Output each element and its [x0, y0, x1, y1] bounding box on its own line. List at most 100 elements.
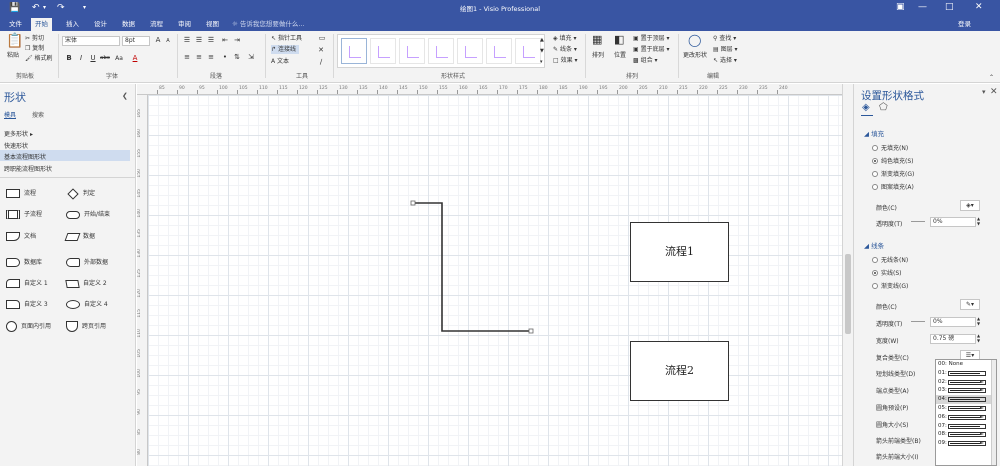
spinner-icon[interactable]: ▲ ▼: [977, 333, 980, 343]
process-shape-1[interactable]: 流程1: [630, 222, 729, 282]
gallery-more-icon[interactable]: ▾: [540, 58, 543, 67]
paragraph-dialog-icon[interactable]: ⇲: [246, 53, 256, 62]
change-case-button[interactable]: Aa: [112, 54, 126, 63]
close-icon[interactable]: ✕: [990, 87, 998, 97]
arrow-type-option[interactable]: 05:: [936, 404, 996, 413]
fill-option-gradient[interactable]: 渐变填充(G): [872, 169, 914, 178]
align-top-icon[interactable]: ☰: [182, 36, 192, 45]
shape-style-swatch[interactable]: [428, 38, 454, 64]
select-button[interactable]: ↖ 选择 ▾: [713, 56, 737, 65]
shape-custom-4[interactable]: 自定义 4: [66, 298, 108, 312]
font-color-icon[interactable]: A: [130, 54, 140, 63]
line-option-none[interactable]: 无线条(N): [872, 255, 908, 264]
drawing-canvas[interactable]: 流程1 流程2: [148, 95, 842, 466]
collapse-ribbon-icon[interactable]: ⌃: [989, 73, 994, 82]
arrow-type-option[interactable]: 08:: [936, 430, 996, 439]
collapse-panel-icon[interactable]: ❮: [122, 92, 128, 100]
tab-view[interactable]: 视图: [202, 18, 223, 31]
shape-subprocess[interactable]: 子流程: [6, 208, 42, 222]
align-left-icon[interactable]: ≡: [182, 53, 192, 62]
tab-search[interactable]: 搜索: [32, 110, 44, 119]
close-icon[interactable]: ✕: [316, 46, 326, 55]
ribbon-display-options-icon[interactable]: ▣: [896, 1, 905, 14]
tab-process[interactable]: 流程: [146, 18, 167, 31]
rectangle-icon[interactable]: ▭: [315, 34, 329, 43]
arrow-type-option[interactable]: 00: None: [936, 360, 996, 369]
connector-line[interactable]: [413, 202, 531, 332]
scrollbar-thumb[interactable]: [845, 254, 851, 334]
width-input[interactable]: 0.75 磅: [930, 334, 976, 344]
stencil-cross-functional[interactable]: 跨职能流程图形状: [4, 164, 52, 173]
text-direction-icon[interactable]: ⇅: [232, 53, 242, 62]
shape-custom-1[interactable]: 自定义 1: [6, 277, 48, 291]
shape-custom-3[interactable]: 自定义 3: [6, 298, 48, 312]
effects-button[interactable]: □ 效果 ▾: [553, 56, 578, 65]
bring-front-button[interactable]: ▣ 置于顶层 ▾: [633, 34, 670, 43]
format-painter-button[interactable]: 🖌 格式刷: [25, 54, 53, 63]
gallery-scroll-down-icon[interactable]: ▼: [540, 47, 544, 56]
increase-indent-icon[interactable]: ⇥: [232, 36, 242, 45]
line-tool-icon[interactable]: ∕: [316, 58, 326, 67]
line-transparency-input[interactable]: 0%: [930, 317, 976, 327]
line-button[interactable]: ✎ 线条 ▾: [553, 45, 577, 54]
more-shapes-link[interactable]: 更多形状 ▸: [4, 129, 33, 138]
shape-external-data[interactable]: 外部数据: [66, 256, 108, 270]
connector-end-handle[interactable]: [528, 328, 534, 334]
arrange-icon[interactable]: ▦: [592, 34, 602, 46]
decrease-indent-icon[interactable]: ⇤: [220, 36, 230, 45]
grow-font-icon[interactable]: A: [153, 36, 163, 45]
line-section-header[interactable]: ◢ 线条: [864, 240, 884, 250]
shrink-font-icon[interactable]: A: [163, 37, 173, 46]
text-tool-button[interactable]: A 文本: [271, 57, 289, 66]
arrow-type-option[interactable]: 09:: [936, 439, 996, 448]
arrange-button[interactable]: 排列: [592, 51, 604, 60]
tab-insert[interactable]: 插入: [62, 18, 83, 31]
shape-document[interactable]: 文档: [6, 230, 36, 244]
line-option-gradient[interactable]: 渐变线(G): [872, 281, 908, 290]
shape-style-swatch[interactable]: [370, 38, 396, 64]
minimize-icon[interactable]: —: [918, 1, 927, 14]
connector-begin-handle[interactable]: [410, 200, 416, 206]
bullets-icon[interactable]: •: [220, 53, 230, 62]
paste-icon[interactable]: 📋: [6, 33, 23, 49]
group-button[interactable]: ▩ 组合 ▾: [633, 56, 658, 65]
process-shape-2[interactable]: 流程2: [630, 341, 729, 401]
underline-button[interactable]: U: [88, 54, 98, 63]
cut-button[interactable]: ✂ 剪切: [25, 34, 44, 43]
shape-style-swatch[interactable]: [515, 38, 541, 64]
tab-data[interactable]: 数据: [118, 18, 139, 31]
change-shape-icon[interactable]: ◯: [688, 34, 701, 47]
arrow-type-option[interactable]: 01:: [936, 369, 996, 378]
transparency-slider[interactable]: [911, 321, 925, 322]
arrow-type-option[interactable]: 02:: [936, 378, 996, 387]
dropdown-scrollbar[interactable]: [991, 360, 996, 465]
line-option-solid[interactable]: 实线(S): [872, 268, 902, 277]
paste-button[interactable]: 粘贴: [7, 51, 19, 60]
shape-style-swatch[interactable]: [457, 38, 483, 64]
arrow-type-dropdown[interactable]: 00: None 01: 02: 03: 04: 05: 06: 07: 08: 09:: [935, 359, 997, 466]
shape-decision[interactable]: 判定: [66, 187, 95, 201]
change-shape-button[interactable]: 更改形状: [683, 51, 707, 60]
vertical-scrollbar[interactable]: [842, 84, 853, 466]
fill-option-solid[interactable]: 纯色填充(S): [872, 156, 914, 165]
bold-button[interactable]: B: [64, 54, 74, 63]
effects-pentagon-icon[interactable]: ⬠: [879, 102, 888, 113]
transparency-slider[interactable]: [911, 221, 925, 222]
fill-button[interactable]: ◈ 填充 ▾: [553, 34, 576, 43]
spinner-icon[interactable]: ▲ ▼: [977, 316, 980, 326]
layers-button[interactable]: ▤ 图层 ▾: [713, 45, 738, 54]
panel-options-icon[interactable]: ▾: [982, 88, 986, 96]
fill-line-icon[interactable]: ◈: [862, 102, 870, 113]
arrow-type-option[interactable]: 04:: [936, 395, 996, 404]
send-back-button[interactable]: ▣ 置于底层 ▾: [633, 45, 670, 54]
shape-style-swatch[interactable]: [341, 38, 367, 64]
gallery-scroll-up-icon[interactable]: ▲: [540, 36, 544, 45]
connector-tool-button[interactable]: ↱ 连接线: [271, 45, 299, 54]
strikethrough-button[interactable]: abc: [98, 54, 112, 63]
shape-database[interactable]: 数据库: [6, 256, 42, 270]
shape-process[interactable]: 流程: [6, 187, 36, 201]
shape-data[interactable]: 数据: [64, 230, 95, 244]
align-middle-icon[interactable]: ☰: [194, 36, 204, 45]
spinner-icon[interactable]: ▲ ▼: [977, 216, 980, 226]
fill-transparency-input[interactable]: 0%: [930, 217, 976, 227]
